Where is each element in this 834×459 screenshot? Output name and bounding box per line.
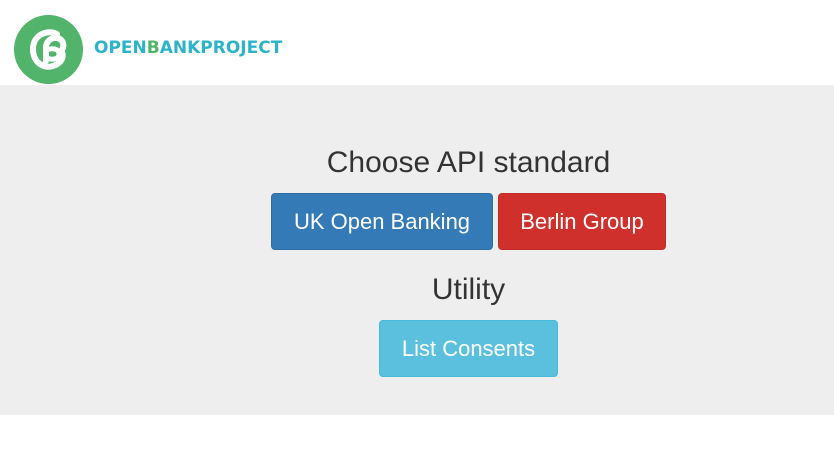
logo-text-bankproject: ANKPROJECT xyxy=(159,38,283,58)
main-panel: Choose API standard UK Open Banking Berl… xyxy=(0,85,834,415)
page-header: OPENBANKPROJECT xyxy=(0,0,834,85)
berlin-group-button[interactable]: Berlin Group xyxy=(498,193,666,250)
list-consents-button[interactable]: List Consents xyxy=(379,320,558,377)
uk-open-banking-button[interactable]: UK Open Banking xyxy=(271,193,493,250)
logo-text-b: B xyxy=(146,38,160,58)
api-standard-heading: Choose API standard xyxy=(326,146,611,179)
open-bank-project-logo-icon[interactable] xyxy=(14,15,83,84)
logo-text-open: OPEN xyxy=(94,38,147,58)
utility-heading: Utility xyxy=(431,273,506,306)
logo-wordmark[interactable]: OPENBANKPROJECT xyxy=(94,38,282,58)
